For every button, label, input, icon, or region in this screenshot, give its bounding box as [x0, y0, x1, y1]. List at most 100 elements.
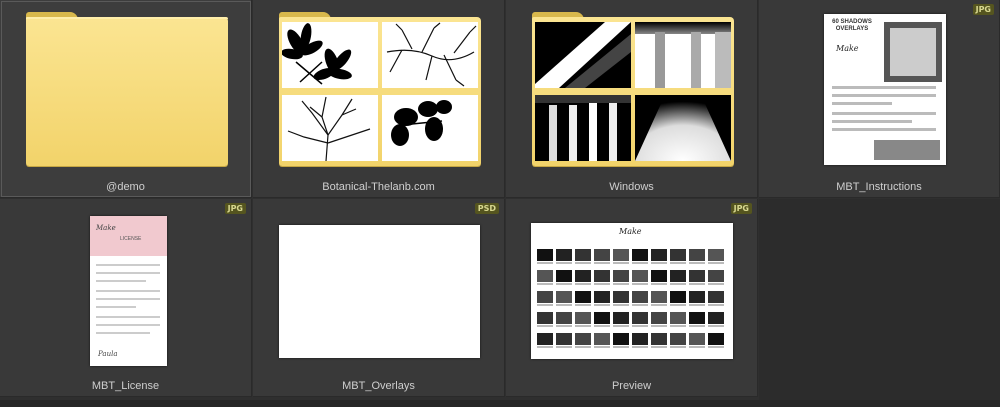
preview-tile: [594, 333, 610, 348]
leaf-thumbnail: [282, 22, 378, 88]
preview-tile-caption: [575, 283, 591, 285]
preview-tile: [651, 249, 667, 264]
preview-tile: [632, 291, 648, 306]
preview-tile: [689, 291, 705, 306]
preview-tile-caption: [651, 262, 667, 264]
preview-tile: [556, 291, 572, 306]
preview-tile-caption: [670, 346, 686, 348]
preview-tile-caption: [556, 304, 572, 306]
preview-tile: [556, 333, 572, 348]
preview-tile-caption: [689, 346, 705, 348]
file-item-overlays[interactable]: PSD MBT_Overlays: [253, 199, 505, 397]
preview-tile-caption: [670, 304, 686, 306]
preview-tile-caption: [594, 283, 610, 285]
blinds-thumbnail: [535, 95, 631, 161]
folder-item-windows[interactable]: Windows: [506, 0, 758, 198]
light-beam-thumbnail: [635, 95, 731, 161]
preview-tile: [632, 270, 648, 285]
preview-tile: [708, 333, 724, 348]
preview-tile-caption: [651, 283, 667, 285]
file-type-badge: PSD: [474, 203, 499, 214]
preview-tile-caption: [575, 262, 591, 264]
preview-tile-caption: [708, 262, 724, 264]
preview-tile-caption: [613, 283, 629, 285]
preview-tile-caption: [537, 283, 553, 285]
folder-icon: [26, 12, 228, 166]
preview-tile: [632, 249, 648, 264]
preview-tile-caption: [594, 346, 610, 348]
preview-tile-caption: [556, 346, 572, 348]
preview-tile: [613, 291, 629, 306]
preview-tile: [689, 312, 705, 327]
preview-tile-caption: [670, 283, 686, 285]
preview-tile: [708, 291, 724, 306]
preview-tile: [632, 333, 648, 348]
preview-tile-caption: [651, 346, 667, 348]
preview-tile-caption: [651, 304, 667, 306]
folder-icon: [532, 12, 734, 166]
preview-tile-caption: [670, 325, 686, 327]
folder-item-demo[interactable]: @demo: [0, 0, 252, 198]
preview-tile-caption: [708, 325, 724, 327]
empty-area: [759, 199, 1000, 400]
preview-tile-caption: [689, 304, 705, 306]
preview-tile-caption: [651, 325, 667, 327]
preview-tile-caption: [708, 304, 724, 306]
preview-tile-caption: [537, 262, 553, 264]
preview-tile: [651, 291, 667, 306]
preview-tile-caption: [556, 283, 572, 285]
preview-tile: [537, 291, 553, 306]
file-browser-grid: @demo Botanical-Thelanb.com Windows JPG …: [0, 0, 1000, 407]
preview-tile: [670, 312, 686, 327]
preview-tile: [556, 249, 572, 264]
preview-tile: [575, 333, 591, 348]
preview-tile: [651, 270, 667, 285]
preview-tile: [594, 270, 610, 285]
folder-item-botanical[interactable]: Botanical-Thelanb.com: [253, 0, 505, 198]
preview-tile: [708, 270, 724, 285]
item-label: MBT_License: [91, 380, 160, 392]
preview-tile-caption: [594, 262, 610, 264]
file-item-instructions[interactable]: JPG 60 SHADOWS OVERLAYS Make MBT_Instruc…: [759, 0, 1000, 198]
preview-tile: [537, 333, 553, 348]
window-shadow-thumbnail: [635, 22, 731, 88]
preview-tile: [594, 249, 610, 264]
item-label: MBT_Instructions: [836, 181, 922, 193]
preview-tile: [708, 312, 724, 327]
preview-tile: [575, 291, 591, 306]
item-label: @demo: [106, 181, 145, 193]
preview-tile: [613, 312, 629, 327]
preview-tile: [594, 312, 610, 327]
preview-tile: [613, 249, 629, 264]
preview-tile: [575, 312, 591, 327]
file-type-badge: JPG: [730, 203, 752, 214]
preview-tile-caption: [575, 304, 591, 306]
item-label: MBT_Overlays: [342, 380, 415, 392]
preview-tile: [537, 249, 553, 264]
instructions-thumbnail: 60 SHADOWS OVERLAYS Make: [824, 14, 946, 165]
file-item-license[interactable]: JPG Make LICENSE Paula MBT_License: [0, 199, 252, 397]
preview-tile-caption: [632, 304, 648, 306]
preview-tile-caption: [708, 346, 724, 348]
folder-icon: [279, 12, 481, 166]
preview-tile: [632, 312, 648, 327]
preview-tile: [670, 333, 686, 348]
preview-tile: [689, 249, 705, 264]
preview-tile-caption: [613, 262, 629, 264]
preview-tile: [651, 312, 667, 327]
file-type-badge: JPG: [224, 203, 246, 214]
preview-tile-caption: [708, 283, 724, 285]
preview-tile-caption: [537, 346, 553, 348]
preview-tile-caption: [632, 283, 648, 285]
preview-tile: [556, 270, 572, 285]
preview-tile-caption: [670, 262, 686, 264]
preview-tile-caption: [632, 262, 648, 264]
preview-tile-caption: [575, 325, 591, 327]
preview-tile-caption: [537, 325, 553, 327]
preview-thumbnail: Make: [531, 223, 733, 359]
diagonal-light-thumbnail: [535, 22, 631, 88]
file-item-preview[interactable]: JPG Make Preview: [506, 199, 758, 397]
preview-tile: [537, 270, 553, 285]
item-label: Windows: [609, 181, 654, 193]
preview-tile-caption: [594, 304, 610, 306]
